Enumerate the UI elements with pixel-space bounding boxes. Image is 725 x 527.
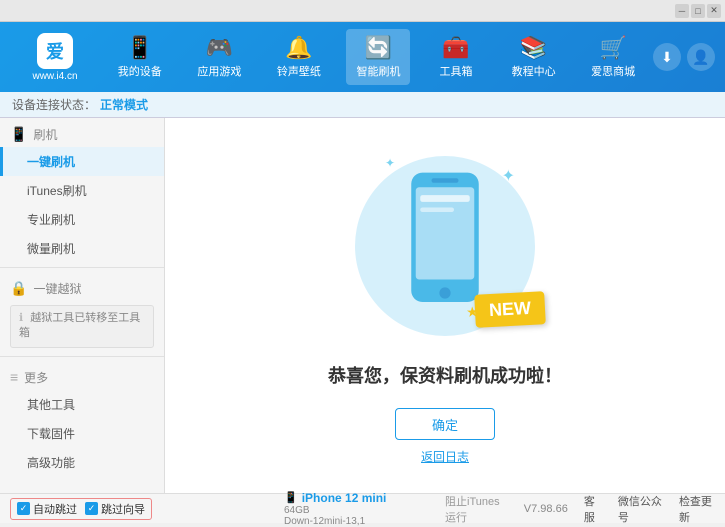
- device-icon: 📱: [284, 491, 298, 504]
- device-storage: 64GB: [284, 505, 445, 516]
- logo-url: www.i4.cn: [32, 71, 77, 82]
- user-button[interactable]: 👤: [687, 43, 715, 71]
- bottom-left: 自动跳过 跳过向导: [10, 498, 280, 520]
- itunes-status[interactable]: 阻止iTunes运行: [445, 493, 508, 525]
- header: 爱 www.i4.cn 📱 我的设备 🎮 应用游戏 🔔 铃声壁纸 🔄 智能刷机 …: [0, 22, 725, 92]
- logo-text: 爱: [46, 38, 64, 64]
- apps-games-icon: 🎮: [206, 35, 233, 61]
- close-button[interactable]: ✕: [707, 4, 721, 18]
- my-device-label: 我的设备: [118, 63, 162, 79]
- auto-skip-label: 自动跳过: [33, 501, 77, 517]
- skip-guide-label: 跳过向导: [101, 501, 145, 517]
- lock-icon: 🔒: [10, 280, 27, 297]
- status-value: 正常模式: [100, 96, 148, 113]
- minimize-button[interactable]: ─: [675, 4, 689, 18]
- device-firmware: Down-12mini-13,1: [284, 516, 445, 527]
- new-badge: NEW: [474, 291, 546, 328]
- skip-guide-box[interactable]: [85, 502, 98, 515]
- bottom-right: 阻止iTunes运行 V7.98.66 客服 微信公众号 检查更新: [445, 493, 715, 525]
- nav-ringtone[interactable]: 🔔 铃声壁纸: [267, 29, 331, 85]
- maximize-button[interactable]: □: [691, 4, 705, 18]
- customer-service-link[interactable]: 客服: [584, 493, 602, 525]
- checkbox-area: 自动跳过 跳过向导: [10, 498, 152, 520]
- notice-icon: ℹ: [19, 312, 23, 324]
- sidebar-item-pro-flash[interactable]: 专业刷机: [0, 205, 164, 234]
- status-label: 设备连接状态：: [12, 96, 96, 113]
- notice-text: 越狱工具已转移至工具箱: [19, 312, 140, 339]
- jailbreak-section-label: 一键越狱: [33, 280, 81, 297]
- smart-flash-icon: 🔄: [365, 35, 392, 61]
- smart-flash-label: 智能刷机: [356, 63, 400, 79]
- new-badge-text: NEW: [488, 298, 531, 320]
- sidebar-item-advanced[interactable]: 高级功能: [0, 448, 164, 477]
- nav-apps-games[interactable]: 🎮 应用游戏: [187, 29, 251, 85]
- logo-icon: 爱: [37, 33, 73, 69]
- toolbox-icon: 🧰: [442, 35, 469, 61]
- divider-2: [0, 356, 164, 357]
- main-area: 📱 刷机 一键刷机 iTunes刷机 专业刷机 微量刷机 🔒 一键越狱 ℹ 越狱…: [0, 118, 725, 493]
- nav-smart-flash[interactable]: 🔄 智能刷机: [346, 29, 410, 85]
- tutorial-icon: 📚: [520, 35, 547, 61]
- sidebar-section-flash: 📱 刷机: [0, 118, 164, 147]
- confirm-button[interactable]: 确定: [395, 408, 495, 440]
- wechat-public-link[interactable]: 微信公众号: [618, 493, 663, 525]
- back-link[interactable]: 返回日志: [421, 448, 469, 465]
- version-text: V7.98.66: [524, 503, 568, 515]
- nav-items: 📱 我的设备 🎮 应用游戏 🔔 铃声壁纸 🔄 智能刷机 🧰 工具箱 📚 教程中心…: [100, 29, 653, 85]
- header-right: ⬇ 👤: [653, 43, 715, 71]
- sidebar-item-other-tools[interactable]: 其他工具: [0, 390, 164, 419]
- status-bar: 设备连接状态： 正常模式: [0, 92, 725, 118]
- divider-1: [0, 267, 164, 268]
- sidebar-item-download-firmware[interactable]: 下载固件: [0, 419, 164, 448]
- ringtone-icon: 🔔: [285, 35, 312, 61]
- sidebar-item-save-flash[interactable]: 微量刷机: [0, 234, 164, 263]
- flash-section-label: 刷机: [33, 126, 57, 143]
- check-update-link[interactable]: 检查更新: [679, 493, 715, 525]
- tutorial-label: 教程中心: [512, 63, 556, 79]
- bottom-bar: 自动跳过 跳过向导 📱 iPhone 12 mini 64GB Down-12m…: [0, 493, 725, 523]
- content-area: NEW ✦ ✦ 恭喜您，保资料刷机成功啦！ 确定 返回日志: [165, 118, 725, 493]
- more-section-icon: ≡: [10, 369, 18, 385]
- nav-store[interactable]: 🛒 爱思商城: [581, 29, 645, 85]
- sidebar-section-jailbreak: 🔒 一键越狱: [0, 272, 164, 301]
- sparkle-1: ✦: [502, 166, 515, 186]
- logo-area: 爱 www.i4.cn: [10, 33, 100, 82]
- toolbox-label: 工具箱: [440, 63, 473, 79]
- sidebar: 📱 刷机 一键刷机 iTunes刷机 专业刷机 微量刷机 🔒 一键越狱 ℹ 越狱…: [0, 118, 165, 493]
- device-info-bottom: 📱 iPhone 12 mini 64GB Down-12mini-13,1: [280, 491, 445, 527]
- store-label: 爱思商城: [591, 63, 635, 79]
- title-bar: ─ □ ✕: [0, 0, 725, 22]
- phone-illustration: NEW ✦ ✦: [345, 146, 545, 346]
- store-icon: 🛒: [599, 35, 626, 61]
- more-section-label: 更多: [24, 369, 48, 386]
- sidebar-item-itunes-flash[interactable]: iTunes刷机: [0, 176, 164, 205]
- download-button[interactable]: ⬇: [653, 43, 681, 71]
- ringtone-label: 铃声壁纸: [277, 63, 321, 79]
- success-text: 恭喜您，保资料刷机成功啦！: [328, 362, 562, 388]
- skip-guide-checkbox[interactable]: 跳过向导: [85, 501, 145, 517]
- apps-games-label: 应用游戏: [197, 63, 241, 79]
- sidebar-item-one-key-flash[interactable]: 一键刷机: [0, 147, 164, 176]
- nav-tutorial[interactable]: 📚 教程中心: [502, 29, 566, 85]
- nav-my-device[interactable]: 📱 我的设备: [108, 29, 172, 85]
- sidebar-section-more: ≡ 更多: [0, 361, 164, 390]
- device-name: iPhone 12 mini: [302, 491, 387, 505]
- auto-skip-box[interactable]: [17, 502, 30, 515]
- nav-toolbox[interactable]: 🧰 工具箱: [426, 29, 486, 85]
- flash-section-icon: 📱: [10, 126, 27, 143]
- sparkle-2: ✦: [385, 156, 395, 170]
- auto-skip-checkbox[interactable]: 自动跳过: [17, 501, 77, 517]
- my-device-icon: 📱: [126, 35, 153, 61]
- sidebar-jailbreak-notice: ℹ 越狱工具已转移至工具箱: [10, 305, 154, 348]
